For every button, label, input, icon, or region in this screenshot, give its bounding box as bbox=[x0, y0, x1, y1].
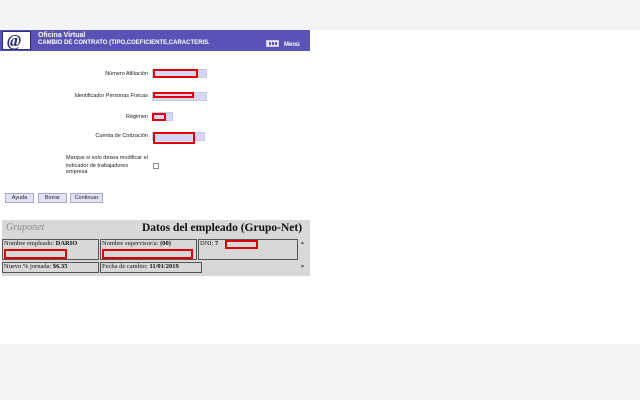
gruponet-logo: Gruponet bbox=[6, 222, 45, 233]
checkbox-label-line1: Marque si solo desea modificar el bbox=[66, 155, 148, 161]
employee-panel-scrollbar[interactable]: ▲ ▼ bbox=[300, 240, 308, 273]
jornada-value: $6.35 bbox=[52, 263, 68, 270]
redaction-box bbox=[152, 113, 166, 121]
dni-value: 7 bbox=[214, 240, 219, 247]
menu-link[interactable]: Menú bbox=[284, 42, 300, 48]
redaction-box bbox=[225, 240, 258, 249]
continuar-button[interactable]: Continuar bbox=[70, 193, 103, 203]
employee-panel-title: Datos del empleado (Grupo-Net) bbox=[142, 222, 303, 234]
nombre-empleado-label: Nombre empleado: bbox=[4, 240, 54, 247]
jornada-label: Nuevo % jornada: bbox=[4, 263, 52, 270]
ayuda-button[interactable]: Ayuda bbox=[5, 193, 34, 203]
fecha-value: 11/01/2019 bbox=[149, 263, 179, 270]
redaction-box bbox=[153, 132, 195, 144]
oficina-virtual-logo: @ bbox=[2, 31, 31, 50]
cotizacion-label: Cuenta de Cotización bbox=[95, 133, 148, 139]
fecha-label: Fecha de cambio: bbox=[102, 263, 148, 270]
scroll-up-icon[interactable]: ▲ bbox=[300, 240, 308, 246]
afiliacion-label: Número Afiliación bbox=[105, 71, 148, 77]
header-bar: @ Oficina Virtual CAMBIO DE CONTRATO (TI… bbox=[0, 30, 310, 51]
menu-icon[interactable] bbox=[266, 40, 279, 47]
regimen-label: Régimen bbox=[125, 114, 148, 120]
page-subtitle: CAMBIO DE CONTRATO (TIPO,COEFICIENTE,CAR… bbox=[38, 40, 210, 46]
scroll-down-icon[interactable]: ▼ bbox=[300, 264, 308, 270]
fecha-cell: Fecha de cambio: 11/01/2019 bbox=[100, 262, 202, 273]
checkbox-label-line2: indicador de trabajadores empresa bbox=[66, 163, 129, 175]
page: @ Oficina Virtual CAMBIO DE CONTRATO (TI… bbox=[0, 30, 640, 344]
redaction-box bbox=[102, 249, 193, 259]
supervisor-label: Nombre supervisor/a: bbox=[102, 240, 159, 247]
redaction-box bbox=[153, 69, 198, 78]
supervisor-value: (00) bbox=[160, 240, 171, 247]
employee-panel: Gruponet Datos del empleado (Grupo-Net) … bbox=[2, 220, 310, 276]
redaction-box bbox=[153, 92, 194, 98]
redaction-box bbox=[4, 249, 67, 259]
jornada-cell: Nuevo % jornada: $6.35 bbox=[2, 262, 99, 273]
dni-label: DNI: bbox=[200, 240, 214, 247]
ipf-label: Identificador Personas Físicas bbox=[74, 93, 148, 99]
solo-trabajadores-checkbox[interactable] bbox=[153, 163, 159, 169]
nombre-empleado-value: DARIO bbox=[55, 240, 78, 247]
borrar-button[interactable]: Borrar bbox=[38, 193, 67, 203]
app-title: Oficina Virtual bbox=[38, 32, 86, 39]
logo-text: @ bbox=[7, 31, 22, 50]
